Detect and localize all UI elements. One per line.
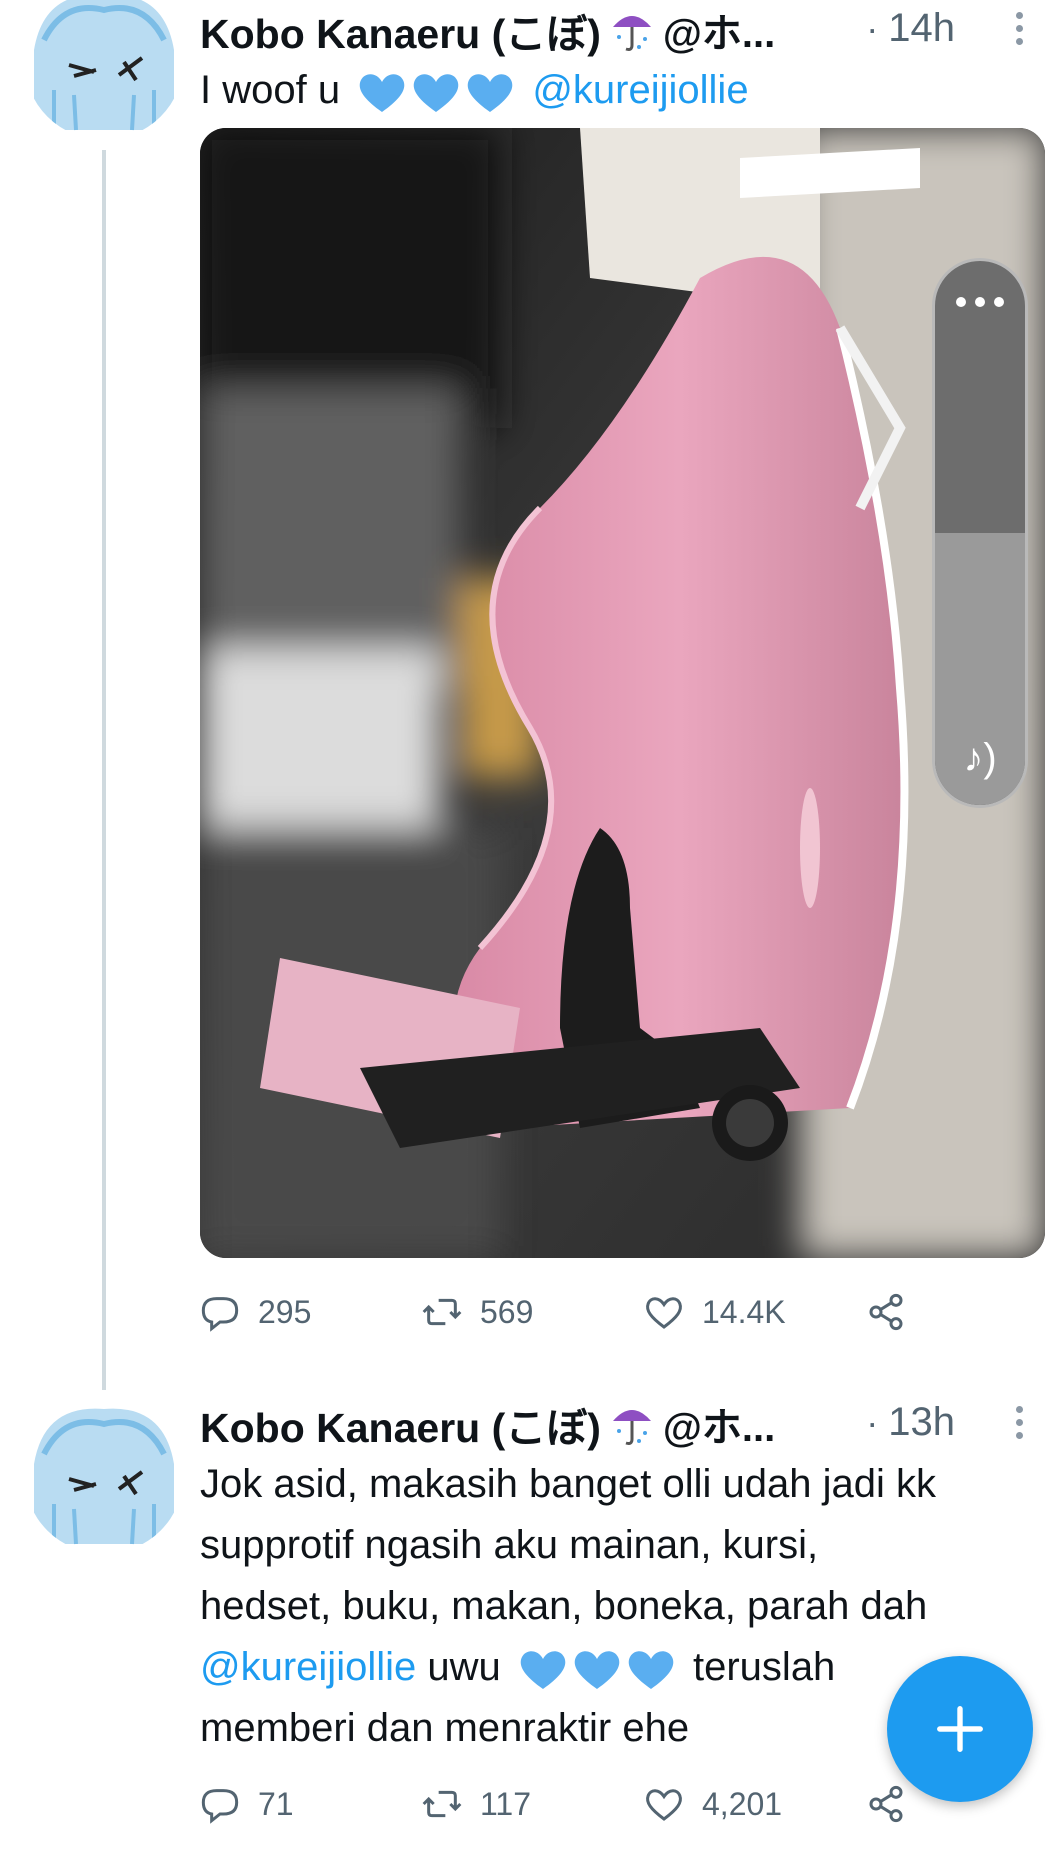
tweet-actions: 71 117 4,201 bbox=[200, 1774, 1031, 1834]
author-name[interactable]: Kobo Kanaeru (こぼ) bbox=[200, 1394, 601, 1454]
mention-link[interactable]: @kureijiollie bbox=[532, 68, 748, 112]
blue-heart-emoji bbox=[467, 74, 513, 113]
like-button[interactable]: 14.4K bbox=[644, 1292, 866, 1332]
tweet-header: Kobo Kanaeru (こぼ) @ホ... · 13h bbox=[200, 1394, 1031, 1454]
blue-heart-emoji bbox=[359, 74, 405, 113]
retweet-button[interactable]: 569 bbox=[422, 1292, 644, 1332]
blue-heart-emoji bbox=[574, 1651, 620, 1690]
reply-icon bbox=[201, 1789, 239, 1824]
tweet-header: Kobo Kanaeru (こぼ) @ホ... · 14h bbox=[200, 0, 1031, 60]
more-icon[interactable] bbox=[935, 297, 1025, 307]
reply-button[interactable]: 295 bbox=[200, 1292, 422, 1332]
heart-icon bbox=[646, 1297, 682, 1329]
reply-count: 71 bbox=[258, 1785, 294, 1822]
tweet-1[interactable]: Kobo Kanaeru (こぼ) @ホ... · 14h I woof u @… bbox=[0, 0, 1059, 1390]
avatar-image bbox=[24, 1394, 184, 1554]
retweet-icon bbox=[422, 1298, 462, 1326]
tweet-actions: 295 569 14.4K bbox=[200, 1282, 1031, 1342]
tweet-video[interactable]: ♪) bbox=[200, 128, 1045, 1258]
share-button[interactable] bbox=[866, 1292, 906, 1332]
tweet-text-line: hedset, buku, makan, boneka, parah dah bbox=[200, 1584, 928, 1628]
like-count: 14.4K bbox=[702, 1293, 786, 1330]
blue-hearts-emoji bbox=[357, 70, 515, 114]
time-separator: · bbox=[866, 1402, 879, 1443]
avatar[interactable] bbox=[24, 0, 184, 140]
tweet-text-line: Jok asid, makasih banget olli udah jadi … bbox=[200, 1462, 936, 1506]
video-frame bbox=[200, 128, 1045, 1258]
sound-icon[interactable]: ♪) bbox=[935, 736, 1025, 781]
reply-icon bbox=[201, 1297, 239, 1332]
tweet-text-line: supprotif ngasih aku mainan, kursi, bbox=[200, 1523, 819, 1567]
blue-hearts-emoji bbox=[518, 1647, 676, 1691]
purple-umbrella-emoji bbox=[612, 16, 651, 51]
more-options-icon[interactable] bbox=[1007, 1394, 1031, 1450]
retweet-icon bbox=[422, 1790, 462, 1818]
more-options-icon[interactable] bbox=[1007, 0, 1031, 56]
plus-icon bbox=[937, 1706, 983, 1752]
tweet-2[interactable]: Kobo Kanaeru (こぼ) @ホ... · 13h Jok asid, … bbox=[0, 1380, 1059, 1850]
blue-heart-emoji bbox=[413, 74, 459, 113]
avatar-image bbox=[24, 0, 184, 140]
avatar[interactable] bbox=[24, 1394, 184, 1554]
volume-slider[interactable]: ♪) bbox=[932, 258, 1028, 808]
heart-icon bbox=[646, 1789, 682, 1821]
tweet-text-body: I woof u bbox=[200, 68, 341, 112]
tweet-text: I woof u @kureijiollie bbox=[200, 60, 1031, 121]
author-name[interactable]: Kobo Kanaeru (こぼ) bbox=[200, 0, 601, 60]
time-separator: · bbox=[866, 8, 879, 49]
purple-umbrella-emoji bbox=[612, 1410, 651, 1445]
reply-count: 295 bbox=[258, 1293, 312, 1330]
timestamp[interactable]: 14h bbox=[888, 6, 955, 50]
reply-button[interactable]: 71 bbox=[200, 1784, 422, 1824]
mention-link[interactable]: @kureijiollie bbox=[200, 1645, 416, 1689]
author-handle[interactable]: @ホ... bbox=[663, 1, 775, 59]
thread-line bbox=[102, 150, 106, 1390]
blue-heart-emoji bbox=[520, 1651, 566, 1690]
share-icon bbox=[869, 1293, 903, 1331]
compose-tweet-button[interactable] bbox=[887, 1656, 1033, 1802]
retweet-count: 569 bbox=[480, 1293, 534, 1330]
like-button[interactable]: 4,201 bbox=[644, 1784, 866, 1824]
share-button[interactable] bbox=[866, 1784, 906, 1824]
tweet-text-fragment: teruslah bbox=[693, 1645, 836, 1689]
author-handle[interactable]: @ホ... bbox=[663, 1395, 775, 1453]
timestamp[interactable]: 13h bbox=[888, 1400, 955, 1444]
tweet-text-fragment: uwu bbox=[427, 1645, 501, 1689]
like-count: 4,201 bbox=[702, 1785, 783, 1822]
retweet-button[interactable]: 117 bbox=[422, 1784, 644, 1824]
blue-heart-emoji bbox=[628, 1651, 674, 1690]
share-icon bbox=[869, 1785, 903, 1823]
retweet-count: 117 bbox=[480, 1785, 532, 1822]
